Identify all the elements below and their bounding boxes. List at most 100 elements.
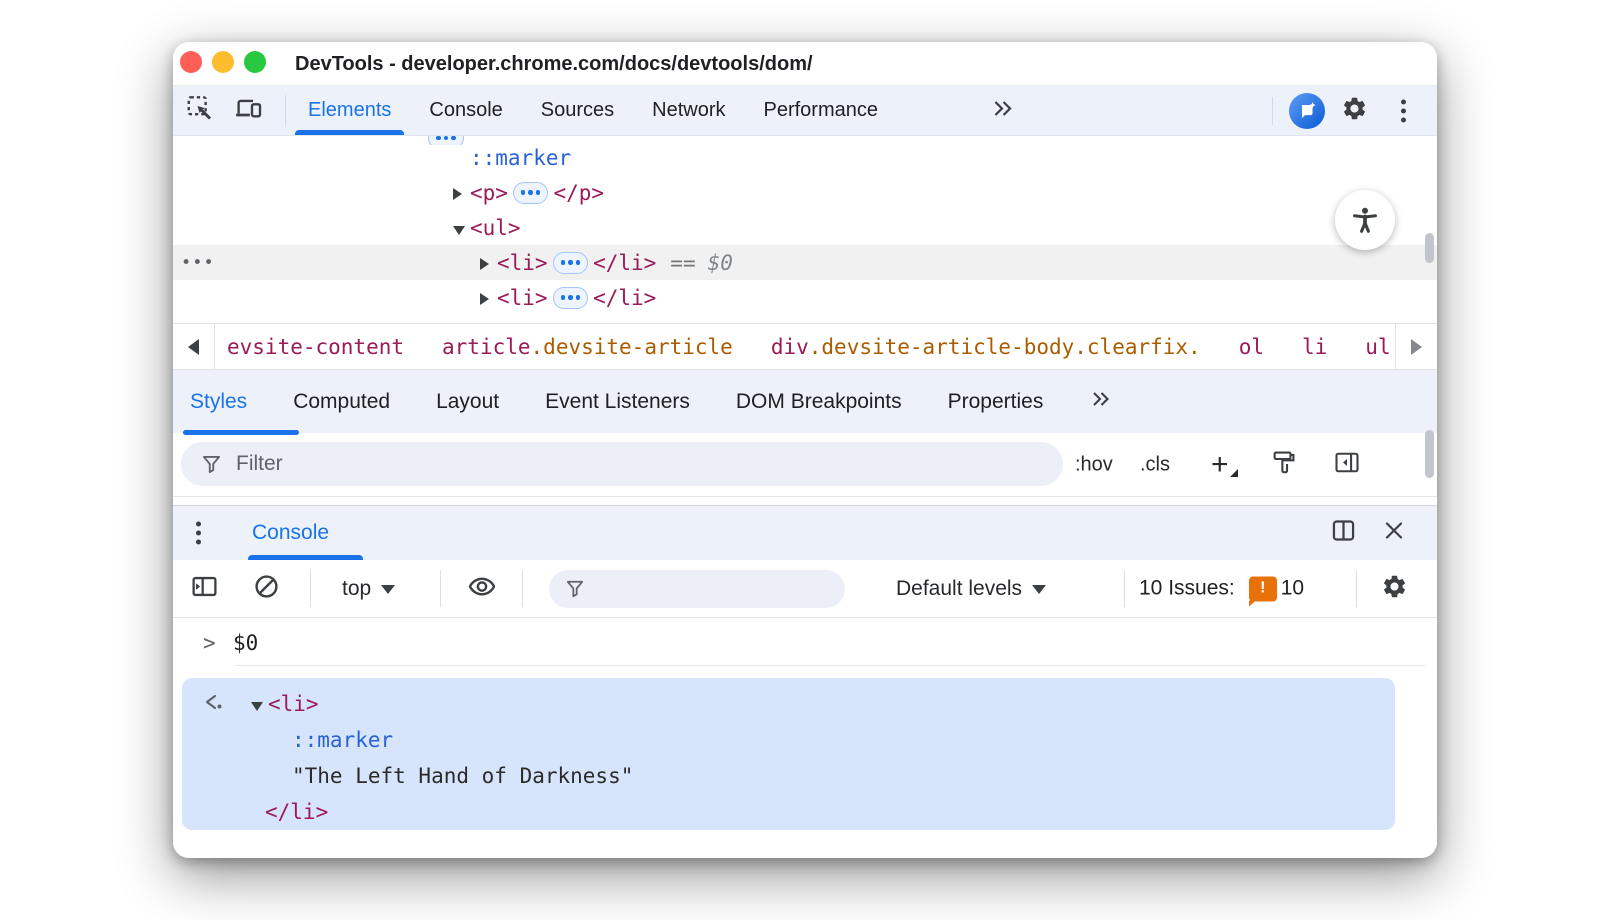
elements-dom-tree-panel: ::marker <p> </p> <ul> ••• <li> </li> ==… — [173, 136, 1437, 323]
issues-counter[interactable]: 10 Issues: ! 10 — [1139, 576, 1304, 606]
new-style-rule-button[interactable]: + — [1211, 449, 1237, 479]
breadcrumb-item[interactable]: ul — [1361, 332, 1393, 362]
chevron-down-icon — [1032, 585, 1047, 594]
expand-arrow-icon[interactable] — [453, 181, 470, 205]
tab-network[interactable]: Network — [652, 86, 725, 135]
tab-dom-breakpoints[interactable]: DOM Breakpoints — [736, 390, 902, 414]
tab-console[interactable]: Console — [429, 86, 502, 135]
dom-row-li[interactable]: <li> </li> — [173, 280, 1437, 315]
ellipsis-expand-icon[interactable] — [512, 181, 549, 204]
device-toolbar-icon[interactable] — [233, 93, 263, 128]
breadcrumb-back-button[interactable] — [173, 324, 215, 369]
screenshot-stage: DevTools - developer.chrome.com/docs/dev… — [0, 0, 1600, 920]
left-triangle-icon — [188, 338, 199, 355]
console-settings-gear-icon[interactable] — [1381, 573, 1408, 605]
close-drawer-icon[interactable] — [1382, 519, 1406, 548]
minimize-window-button[interactable] — [212, 51, 234, 73]
breadcrumb-bar: evsite-content article.devsite-article d… — [173, 323, 1437, 370]
styles-filter-field[interactable] — [181, 442, 1063, 486]
tab-performance[interactable]: Performance — [764, 86, 879, 135]
dom-row-p[interactable]: <p> </p> — [173, 175, 1437, 210]
elements-scrollbar-thumb[interactable] — [1425, 233, 1434, 263]
funnel-filter-icon — [566, 580, 584, 598]
more-tabs-chevron-icon[interactable] — [990, 95, 1016, 126]
dom-row-ul[interactable]: <ul> — [173, 210, 1437, 245]
collapse-arrow-icon[interactable] — [251, 692, 268, 716]
close-tag[interactable]: </li> — [593, 286, 656, 310]
styles-scrollbar-thumb[interactable] — [1425, 430, 1434, 478]
drawer-menu-kebab-icon[interactable] — [196, 521, 201, 545]
breadcrumb-item[interactable]: li — [1298, 332, 1331, 362]
ellipsis-expand-icon[interactable] — [552, 251, 589, 274]
toggle-hover-state-button[interactable]: :hov — [1075, 453, 1113, 476]
pane-gap — [173, 497, 1437, 505]
result-line-text[interactable]: "The Left Hand of Darkness" — [182, 758, 1395, 794]
tab-computed[interactable]: Computed — [293, 390, 390, 414]
clear-console-icon[interactable] — [252, 572, 281, 606]
expand-arrow-icon[interactable] — [480, 251, 497, 275]
live-expression-eye-icon[interactable] — [467, 571, 497, 606]
console-command-row[interactable]: > $0 — [173, 625, 1437, 665]
open-tag[interactable]: <ul> — [470, 216, 521, 240]
drawer-tab-label: Console — [252, 521, 330, 544]
breadcrumb-item[interactable]: div.devsite-article-body.clearfix. — [767, 332, 1205, 362]
toggle-class-button[interactable]: .cls — [1140, 453, 1170, 476]
console-drawer-header: Console — [173, 505, 1437, 560]
paint-format-icon[interactable] — [1270, 448, 1298, 481]
close-tag: </li> — [265, 800, 329, 824]
styles-tab-underline — [183, 430, 299, 435]
breadcrumb-item[interactable]: evsite-content — [223, 332, 408, 362]
dom-row-marker-pseudo[interactable]: ::marker — [173, 140, 1437, 175]
breadcrumb-forward-button[interactable] — [1395, 324, 1437, 369]
log-levels-dropdown[interactable]: Default levels — [896, 577, 1047, 601]
ai-assistance-button[interactable] — [1289, 93, 1325, 129]
expand-arrow-icon[interactable] — [480, 286, 497, 310]
styles-filter-row: :hov .cls + — [173, 433, 1437, 497]
context-selector-dropdown[interactable]: top — [342, 576, 396, 601]
breadcrumb-item[interactable]: ol — [1235, 332, 1268, 362]
styles-filter-input[interactable] — [236, 452, 840, 476]
settings-gear-icon[interactable] — [1341, 95, 1368, 127]
inspect-element-icon[interactable] — [185, 93, 215, 128]
console-filter-input[interactable] — [597, 577, 799, 601]
tab-properties[interactable]: Properties — [948, 390, 1044, 414]
result-line-open-tag[interactable]: <li> — [182, 686, 1395, 722]
tab-elements[interactable]: Elements — [295, 86, 405, 135]
issue-warning-badge-icon: ! — [1248, 576, 1277, 606]
open-tag[interactable]: <li> — [497, 251, 548, 275]
console-sidebar-icon[interactable] — [190, 572, 219, 606]
console-filter-field[interactable] — [549, 570, 845, 608]
dollar-zero-ref: $0 — [707, 250, 733, 275]
dom-row-li-selected[interactable]: ••• <li> </li> == $0 — [173, 245, 1437, 280]
tab-event-listeners[interactable]: Event Listeners — [545, 390, 690, 414]
context-selector-value: top — [342, 576, 372, 600]
ellipsis-expand-icon[interactable] — [552, 286, 589, 309]
open-tag[interactable]: <p> — [470, 181, 508, 205]
title-bar: DevTools - developer.chrome.com/docs/dev… — [173, 42, 1437, 86]
open-tag[interactable]: <li> — [497, 286, 548, 310]
tab-styles[interactable]: Styles — [190, 390, 247, 414]
close-window-button[interactable] — [180, 51, 202, 73]
collapse-arrow-icon[interactable] — [453, 216, 470, 240]
console-toolbar: top Default levels 10 Issues: ! 10 — [173, 560, 1437, 618]
maximize-window-button[interactable] — [244, 51, 266, 73]
console-result-highlighted[interactable]: <li> ::marker "The Left Hand of Darkness… — [182, 678, 1395, 830]
tab-sources[interactable]: Sources — [541, 86, 614, 135]
close-tag[interactable]: </p> — [553, 181, 604, 205]
pseudo-element-label[interactable]: ::marker — [470, 146, 571, 170]
row-overflow-dots-icon[interactable]: ••• — [181, 253, 215, 273]
accessibility-person-button[interactable] — [1335, 190, 1395, 250]
result-line-close-tag[interactable]: </li> — [182, 794, 1395, 830]
tab-elements-label: Elements — [308, 99, 392, 121]
toolbar-divider — [1124, 570, 1125, 607]
breadcrumb-item[interactable]: article.devsite-article — [438, 332, 737, 362]
tab-layout[interactable]: Layout — [436, 390, 499, 414]
split-panel-icon[interactable] — [1330, 517, 1357, 549]
main-menu-kebab-icon[interactable] — [1401, 99, 1406, 122]
result-line-pseudo[interactable]: ::marker — [182, 722, 1395, 758]
drawer-tab-console[interactable]: Console — [252, 506, 329, 560]
more-tabs-chevron-icon[interactable] — [1089, 387, 1113, 417]
close-tag[interactable]: </li> — [593, 251, 656, 275]
toggle-sidebar-panel-icon[interactable] — [1333, 448, 1361, 481]
text-node-value: "The Left Hand of Darkness" — [292, 764, 634, 788]
